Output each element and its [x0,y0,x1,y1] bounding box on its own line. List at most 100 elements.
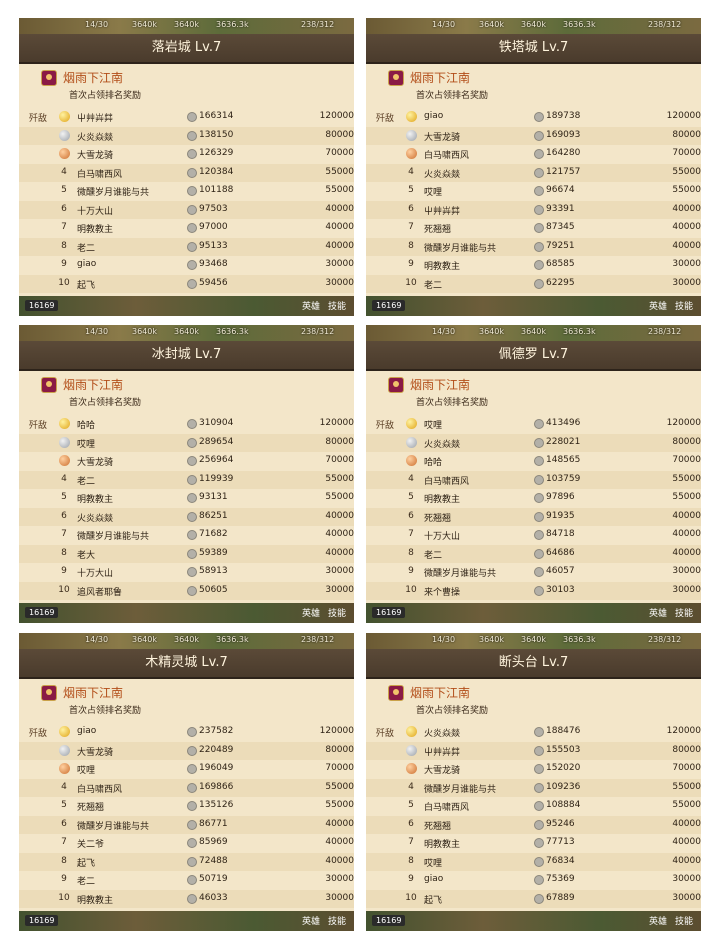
ranking-row: 9 giao 75369 30000 [366,871,701,890]
player-name: 火炎焱燚 [424,729,461,739]
kill-score: 79251 [546,240,575,251]
ranking-row: 5 白马啸西风 108884 55000 [366,797,701,816]
kill-score: 310904 [199,418,234,428]
gold-medal-icon [406,111,417,122]
ranking-content: 烟雨下江南 首次占领排名奖励 歼敌 哎哩 413496 120000 火炎焱燚 22802… [366,371,701,603]
reward-amount: 80000 [325,436,354,447]
bronze-medal-icon [59,148,70,159]
reward-amount: 70000 [325,455,354,465]
rank-number: 10 [58,584,70,595]
kill-score: 46057 [546,566,575,576]
player-name: 屮艸芔茻 [77,114,114,124]
ranking-row: 10 起飞 59456 30000 [19,274,354,293]
player-name: 白马啸西风 [77,169,123,180]
kill-label: 歼敌 [376,729,395,739]
rank-number: 4 [61,166,67,177]
reward-amount: 40000 [325,547,354,558]
player-name: 起飞 [424,895,443,906]
reward-amount: 120000 [319,418,354,428]
alliance-emblem-icon [388,685,404,701]
hero-button[interactable]: 英雄 [302,606,320,619]
reward-amount: 30000 [325,584,354,595]
hero-button[interactable]: 英雄 [649,606,667,619]
score-coin-icon [534,511,544,522]
score-coin-icon [534,875,544,885]
player-name: 追风者耶鲁 [77,587,123,598]
reward-amount: 30000 [325,259,354,269]
score-coin-icon [534,493,544,503]
kill-score: 95246 [546,818,575,829]
kill-score: 97896 [546,492,575,502]
reward-amount: 30000 [325,277,354,288]
score-coin-icon [187,875,197,885]
hero-button[interactable]: 英雄 [302,914,320,927]
ranking-row: 5 哎哩 96674 55000 [366,182,701,201]
skill-button[interactable]: 技能 [328,914,346,927]
ranking-content: 烟雨下江南 首次占领排名奖励 歼敌 哈哈 310904 120000 哎哩 289654 8… [19,371,354,603]
reward-amount: 30000 [325,566,354,576]
power-readout: 16169 [25,300,59,311]
reward-amount: 40000 [672,818,701,829]
ranking-panel-6: 14/30 3640k 3640k 3636.3k 238/312 断头台 Lv… [366,633,701,931]
player-name: 老二 [424,550,443,561]
skill-button[interactable]: 技能 [675,299,693,312]
ranking-row: 9 微醺岁月谁能与共 46057 30000 [366,563,701,582]
alliance-emblem-icon [41,377,57,393]
score-coin-icon [187,727,197,737]
score-coin-icon [534,167,544,178]
ranking-row: 5 明教教主 93131 55000 [19,489,354,508]
kill-score: 50605 [199,584,228,595]
rank-number: 8 [61,547,67,558]
reward-amount: 40000 [325,837,354,847]
skill-button[interactable]: 技能 [675,606,693,619]
rank-number: 6 [61,818,67,829]
skill-button[interactable]: 技能 [328,606,346,619]
ranking-row: 8 哎哩 76834 40000 [366,852,701,871]
rank-number: 5 [61,800,67,810]
kill-score: 71682 [199,529,228,539]
ranking-row: 4 白马啸西风 103759 55000 [366,470,701,489]
player-name: 老大 [77,550,96,561]
kill-score: 95133 [199,240,228,251]
kill-score: 97503 [199,203,228,214]
hero-button[interactable]: 英雄 [649,914,667,927]
score-coin-icon [534,893,544,904]
resource-capacity: 238/312 [648,327,682,336]
kill-score: 50719 [199,874,228,884]
score-coin-icon [534,474,544,485]
score-coin-icon [534,819,544,830]
skill-button[interactable]: 技能 [328,299,346,312]
score-coin-icon [187,493,197,503]
reward-amount: 70000 [672,763,701,773]
ranking-row: 6 死翘翘 95246 40000 [366,815,701,834]
reward-amount: 40000 [672,222,701,232]
reward-amount: 40000 [325,529,354,539]
gold-medal-icon [59,111,70,122]
player-name: 白马啸西风 [424,476,470,487]
city-title: 落岩城 Lv.7 [19,34,354,64]
kill-score: 228021 [546,436,581,447]
player-name: 十万大山 [77,206,114,217]
ranking-row: 8 微醺岁月谁能与共 79251 40000 [366,237,701,256]
ranking-row: 10 明教教主 46033 30000 [19,889,354,908]
rank-number: 10 [405,892,417,903]
ranking-row: 哎哩 289654 80000 [19,433,354,452]
ranking-row: 6 十万大山 97503 40000 [19,200,354,219]
skill-button[interactable]: 技能 [675,914,693,927]
rank-number: 4 [408,166,414,177]
score-coin-icon [187,223,197,233]
ranking-row: 6 死翘翘 91935 40000 [366,507,701,526]
player-name: 大雪龙骑 [424,132,461,143]
hero-button[interactable]: 英雄 [649,299,667,312]
ranking-row: 5 明教教主 97896 55000 [366,489,701,508]
player-name: 哎哩 [77,439,96,450]
kill-score: 237582 [199,726,234,736]
player-name: 来个曹操 [424,587,461,598]
reward-amount: 40000 [672,240,701,251]
reward-amount: 40000 [672,855,701,866]
player-name: 微醺岁月谁能与共 [424,243,497,254]
kill-score: 169866 [199,781,234,792]
player-name: 微醺岁月谁能与共 [424,569,497,579]
troop-count: 14/30 [85,327,109,336]
hero-button[interactable]: 英雄 [302,299,320,312]
